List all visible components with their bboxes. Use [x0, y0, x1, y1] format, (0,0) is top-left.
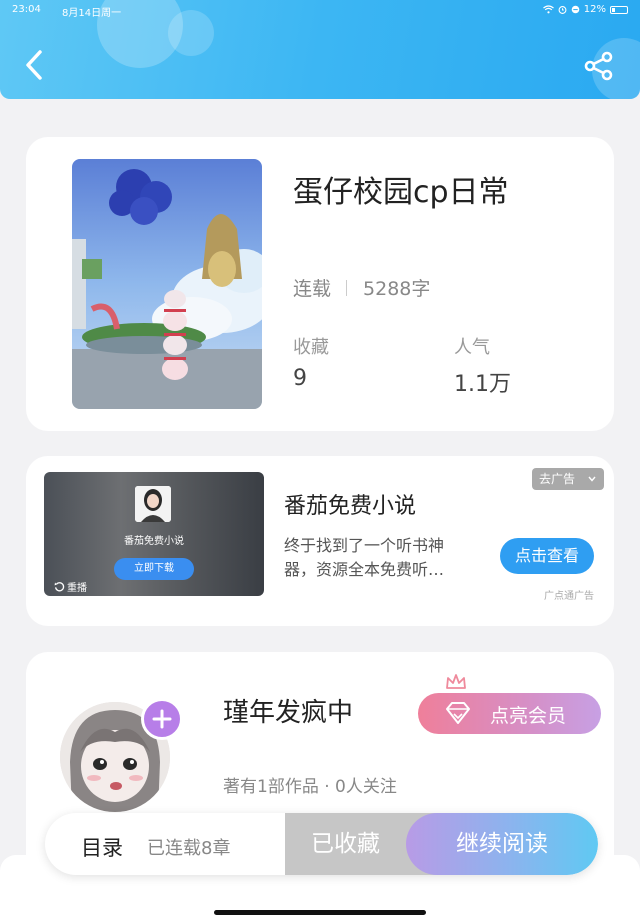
- chevron-left-icon[interactable]: [22, 48, 48, 82]
- cover-illustration: [72, 159, 262, 409]
- crown-icon: [446, 674, 466, 689]
- diamond-icon: [446, 702, 470, 724]
- follow-author-button[interactable]: [141, 698, 183, 740]
- continue-reading-button[interactable]: 继续阅读: [406, 813, 598, 875]
- plus-icon: [152, 709, 172, 729]
- author-meta: 著有1部作品 · 0人关注: [223, 777, 397, 797]
- favorites-value: 9: [293, 366, 307, 391]
- vip-label: 点亮会员: [490, 705, 567, 727]
- divider: [346, 279, 348, 296]
- wifi-icon: [542, 5, 554, 14]
- book-status-line: 连载 5288字: [293, 274, 430, 301]
- ad-video-app-name: 番茄免费小说: [124, 536, 184, 547]
- ad-video[interactable]: 番茄免费小说 立即下载 重播: [44, 472, 264, 596]
- status-time: 23:04: [12, 4, 41, 15]
- replay-button[interactable]: 重播: [54, 579, 87, 594]
- book-title: 蛋仔校园cp日常: [293, 175, 509, 210]
- dnd-icon: [571, 5, 580, 14]
- chevron-down-icon: [588, 476, 596, 482]
- ad-source-label: 广点通广告: [544, 591, 594, 602]
- battery-icon: [610, 5, 628, 14]
- top-header: 23:04 8月14日周一 12%: [0, 0, 640, 99]
- book-cover-image[interactable]: [72, 159, 262, 409]
- author-name[interactable]: 瑾年发疯中: [223, 692, 353, 729]
- bottom-action-bar: 目录 已连载8章 已收藏 继续阅读: [45, 813, 598, 875]
- remove-ad-button[interactable]: 去广告: [532, 468, 604, 490]
- replay-label: 重播: [67, 583, 87, 594]
- status-date: 8月14日周一: [62, 8, 122, 19]
- ad-desc-line1: 终于找到了一个听书神: [284, 536, 445, 555]
- replay-icon: [54, 582, 65, 592]
- remove-ad-label: 去广告: [539, 472, 576, 486]
- ad-portrait-image: [135, 486, 171, 522]
- ad-title: 番茄免费小说: [284, 494, 417, 519]
- status-bar: 23:04 8月14日周一 12%: [12, 4, 628, 19]
- popularity-value: 1.1万: [454, 372, 511, 397]
- alarm-icon: [558, 6, 567, 14]
- word-count: 5288字: [363, 278, 431, 300]
- ad-desc-line2: 器，资源全本免费听…: [284, 560, 445, 579]
- home-indicator: [214, 910, 426, 915]
- ad-download-button[interactable]: 立即下载: [114, 558, 194, 580]
- ad-description: 终于找到了一个听书神 器，资源全本免费听…: [284, 534, 484, 582]
- share-icon[interactable]: [583, 50, 615, 82]
- serial-status: 连载: [293, 278, 332, 300]
- status-icons: 12%: [542, 4, 628, 15]
- vip-button[interactable]: 点亮会员: [418, 693, 601, 734]
- favorites-label: 收藏: [293, 337, 329, 358]
- chapter-count: 已连载8章: [147, 838, 231, 859]
- book-info-card: 蛋仔校园cp日常 连载 5288字 收藏 9 人气 1.1万: [26, 137, 614, 431]
- popularity-label: 人气: [454, 337, 490, 358]
- toc-button[interactable]: 目录: [81, 832, 123, 862]
- ad-view-button[interactable]: 点击查看: [500, 538, 594, 574]
- ad-card[interactable]: 番茄免费小说 立即下载 重播 去广告 番茄免费小说 终于找到了一个听书神 器，资…: [26, 456, 614, 626]
- battery-percent: 12%: [583, 4, 606, 15]
